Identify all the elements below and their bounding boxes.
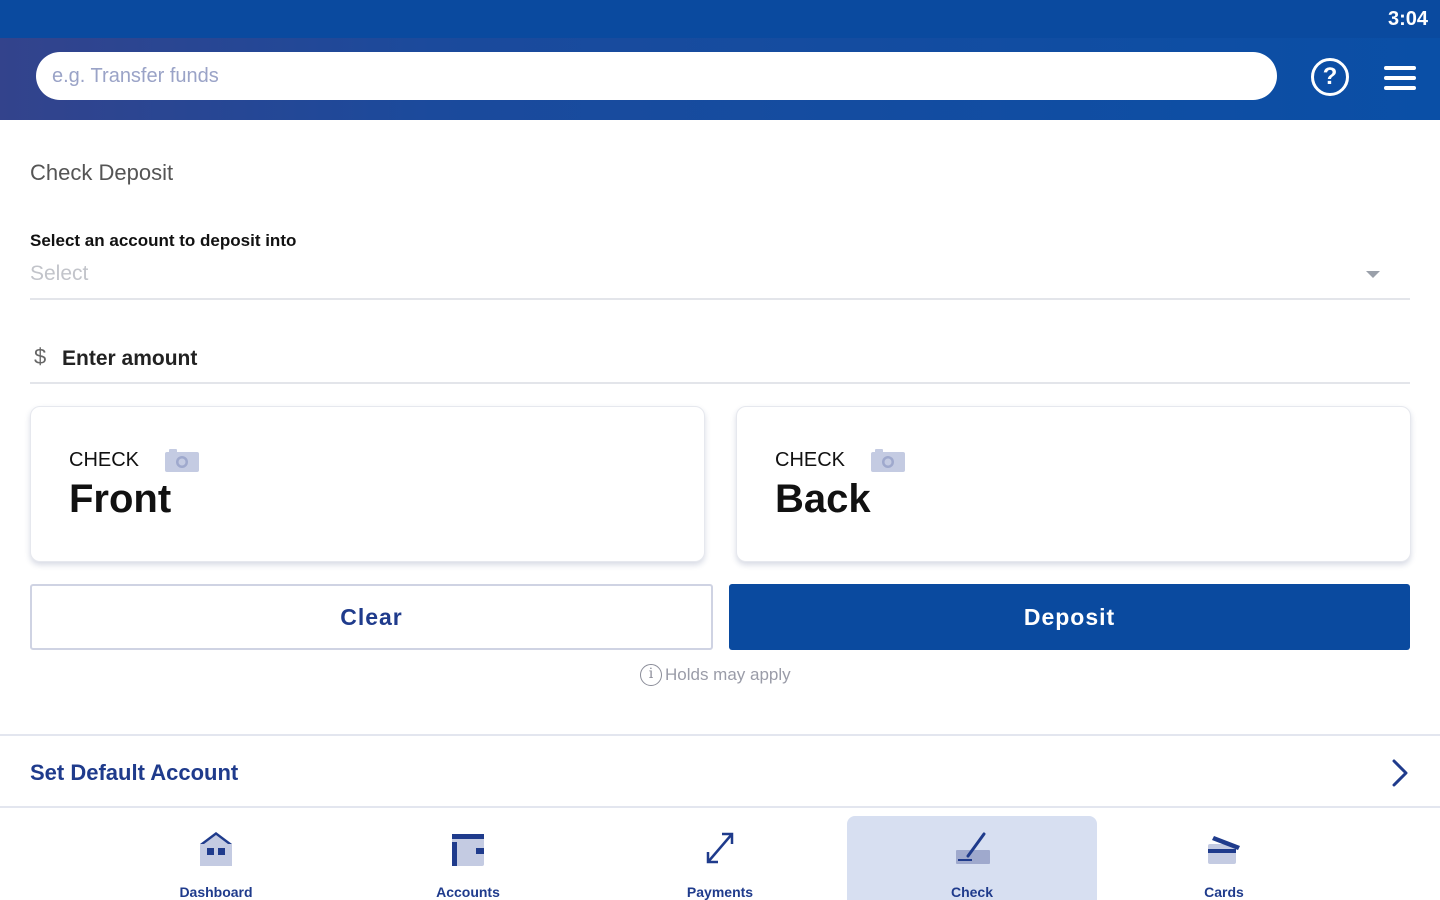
info-icon: i bbox=[640, 664, 662, 686]
nav-item-check[interactable]: Check bbox=[847, 816, 1097, 900]
nav-label-dashboard: Dashboard bbox=[179, 884, 253, 900]
set-default-account-label: Set Default Account bbox=[30, 760, 239, 785]
nav-label-accounts: Accounts bbox=[436, 884, 500, 900]
hamburger-menu-icon bbox=[1384, 66, 1416, 90]
nav-item-accounts[interactable]: Accounts bbox=[343, 816, 593, 900]
amount-field[interactable]: $ bbox=[30, 338, 1410, 384]
holds-note-text: Holds may apply bbox=[665, 665, 791, 684]
holds-note: i Holds may apply bbox=[640, 664, 791, 686]
check-back-card[interactable]: CHECK Back bbox=[736, 406, 1411, 562]
nav-label-payments: Payments bbox=[686, 884, 754, 900]
camera-icon bbox=[871, 449, 905, 472]
search-input[interactable] bbox=[36, 52, 1277, 100]
chevron-right-icon bbox=[1392, 759, 1408, 787]
dollar-icon: $ bbox=[34, 344, 47, 369]
bottom-nav: Dashboard Accounts Payments Check Cards bbox=[0, 808, 1440, 900]
set-default-account-row[interactable]: Set Default Account bbox=[0, 734, 1440, 808]
nav-item-payments[interactable]: Payments bbox=[595, 816, 845, 900]
nav-item-cards[interactable]: Cards bbox=[1099, 816, 1349, 900]
page-title: Check Deposit bbox=[30, 160, 174, 185]
status-bar: 3:04 bbox=[0, 0, 1440, 38]
help-circle-icon: ? bbox=[1322, 63, 1338, 90]
menu-button[interactable] bbox=[1384, 66, 1416, 92]
search-box[interactable] bbox=[36, 52, 1277, 100]
nav-label-cards: Cards bbox=[1204, 884, 1244, 900]
cards-icon bbox=[1208, 836, 1240, 864]
account-select-value: Select bbox=[30, 262, 89, 285]
check-back-caption: CHECK bbox=[775, 449, 846, 471]
clear-button[interactable]: Clear bbox=[30, 584, 713, 650]
app-header: ? bbox=[0, 38, 1440, 120]
check-front-caption: CHECK bbox=[69, 449, 140, 471]
check-front-card[interactable]: CHECK Front bbox=[30, 406, 705, 562]
check-pen-icon bbox=[956, 832, 990, 864]
check-back-title: Back bbox=[775, 477, 871, 521]
nav-item-dashboard[interactable]: Dashboard bbox=[91, 816, 341, 900]
house-icon bbox=[200, 832, 232, 866]
check-front-title: Front bbox=[69, 477, 172, 521]
caret-down-icon bbox=[1366, 271, 1380, 278]
arrows-expand-icon bbox=[706, 832, 734, 864]
wallet-icon bbox=[452, 834, 484, 866]
amount-input[interactable] bbox=[62, 338, 1402, 380]
help-button[interactable]: ? bbox=[1311, 58, 1349, 96]
deposit-button[interactable]: Deposit bbox=[729, 584, 1410, 650]
status-clock: 3:04 bbox=[1387, 8, 1428, 30]
nav-label-check: Check bbox=[950, 884, 994, 900]
camera-icon bbox=[165, 449, 199, 472]
account-select[interactable]: Select bbox=[30, 256, 1410, 300]
account-select-label: Select an account to deposit into bbox=[30, 231, 297, 250]
